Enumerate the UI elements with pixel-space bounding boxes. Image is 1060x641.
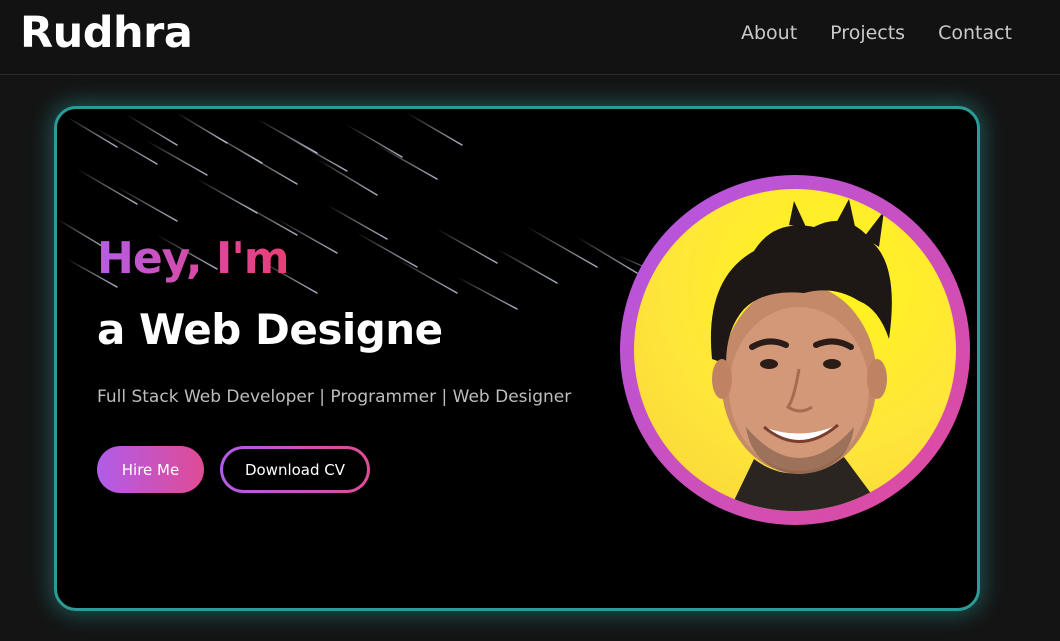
profile-photo-ring [620,175,970,525]
download-cv-label[interactable]: Download CV [223,449,367,490]
nav-link-projects[interactable]: Projects [830,22,905,44]
nav-link-about[interactable]: About [741,22,797,44]
download-cv-button[interactable]: Download CV [220,446,370,493]
nav-link-contact[interactable]: Contact [938,22,1012,44]
hero-role: a Web Designe [97,305,443,354]
profile-portrait [710,199,892,511]
hero-card: Hey, I'm a Web Designe Full Stack Web De… [54,106,980,611]
hero-subtitle: Full Stack Web Developer | Programmer | … [97,387,572,407]
site-logo[interactable]: Rudhra [20,8,193,58]
hire-me-button[interactable]: Hire Me [97,446,204,493]
navbar: Rudhra About Projects Contact [0,0,1060,75]
hero-greeting: Hey, I'm [97,233,290,284]
nav-links: About Projects Contact [741,22,1012,44]
profile-photo [634,189,956,511]
